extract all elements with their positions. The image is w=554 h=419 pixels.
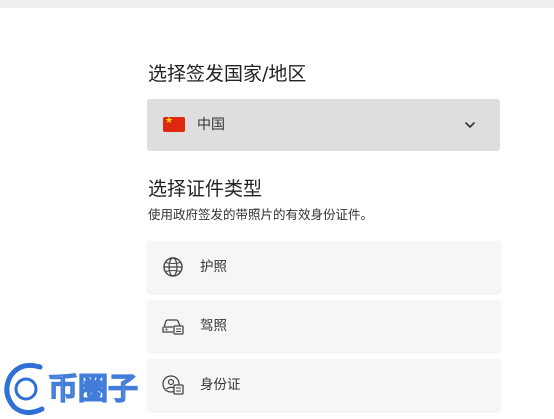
country-section-title: 选择签发国家/地区 — [148, 63, 307, 85]
selected-country-label: 中国 — [197, 117, 225, 133]
car-card-icon — [162, 319, 184, 335]
watermark-text: 币圈子 — [48, 372, 138, 407]
chevron-down-icon[interactable] — [463, 118, 477, 132]
option-id-card-label: 身份证 — [200, 377, 241, 393]
option-driver-license-label: 驾照 — [200, 318, 227, 334]
option-driver-license[interactable]: 驾照 — [147, 300, 501, 352]
option-passport-label: 护照 — [200, 259, 227, 275]
watermark-logo: 币圈子 — [2, 360, 139, 417]
document-type-title: 选择证件类型 — [148, 178, 263, 200]
option-id-card[interactable]: 身份证 — [147, 359, 501, 411]
id-card-icon — [162, 375, 184, 395]
option-passport[interactable]: 护照 — [147, 241, 501, 293]
country-select[interactable]: ★ 中国 — [147, 99, 500, 151]
top-bar — [0, 0, 554, 8]
china-flag-icon: ★ — [163, 117, 185, 132]
globe-icon — [163, 257, 183, 277]
document-type-subtitle: 使用政府签发的带照片的有效身份证件。 — [148, 207, 374, 222]
